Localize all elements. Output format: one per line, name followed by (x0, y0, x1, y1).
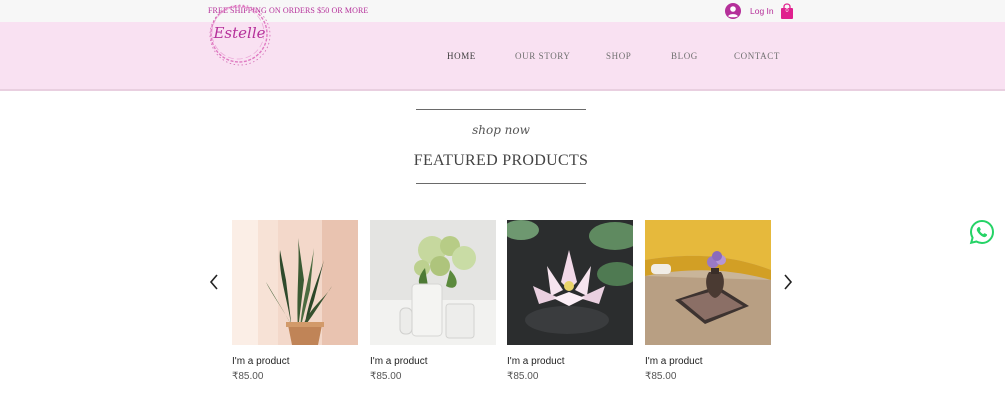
divider-bottom (416, 183, 586, 184)
login-label[interactable]: Log In (750, 6, 774, 16)
product-image-water-lily[interactable] (507, 220, 633, 345)
divider-top (416, 109, 586, 110)
section-title: FEATURED PRODUCTS (413, 152, 589, 169)
section-kicker: shop now (472, 123, 530, 137)
product-image-hydrangea[interactable] (370, 220, 496, 345)
product-image-snake-plant[interactable] (232, 220, 358, 345)
whatsapp-icon[interactable] (969, 219, 995, 245)
site-header (0, 22, 1005, 91)
product-name[interactable]: I'm a product (645, 356, 703, 367)
announcement-bar: FREE SHIPPING ON ORDERS $50 OR MORE Log … (0, 0, 1005, 22)
nav-our-story[interactable]: OUR STORY (515, 51, 571, 61)
nav-home[interactable]: HOME (447, 51, 476, 61)
product-price: ₹85.00 (370, 371, 402, 382)
product-image-flower-vase[interactable] (645, 220, 771, 345)
nav-blog[interactable]: BLOG (671, 51, 698, 61)
user-circle-icon (725, 3, 741, 19)
logo-text: Estelle (213, 24, 266, 42)
cart-count-badge: 0 (785, 8, 789, 14)
chevron-left-icon[interactable] (208, 273, 220, 291)
chevron-right-icon[interactable] (782, 273, 794, 291)
product-name[interactable]: I'm a product (507, 356, 565, 367)
nav-contact[interactable]: CONTACT (734, 51, 780, 61)
product-price: ₹85.00 (232, 371, 264, 382)
nav-shop[interactable]: SHOP (606, 51, 631, 61)
product-price: ₹85.00 (645, 371, 677, 382)
product-name[interactable]: I'm a product (370, 356, 428, 367)
product-price: ₹85.00 (507, 371, 539, 382)
product-name[interactable]: I'm a product (232, 356, 290, 367)
